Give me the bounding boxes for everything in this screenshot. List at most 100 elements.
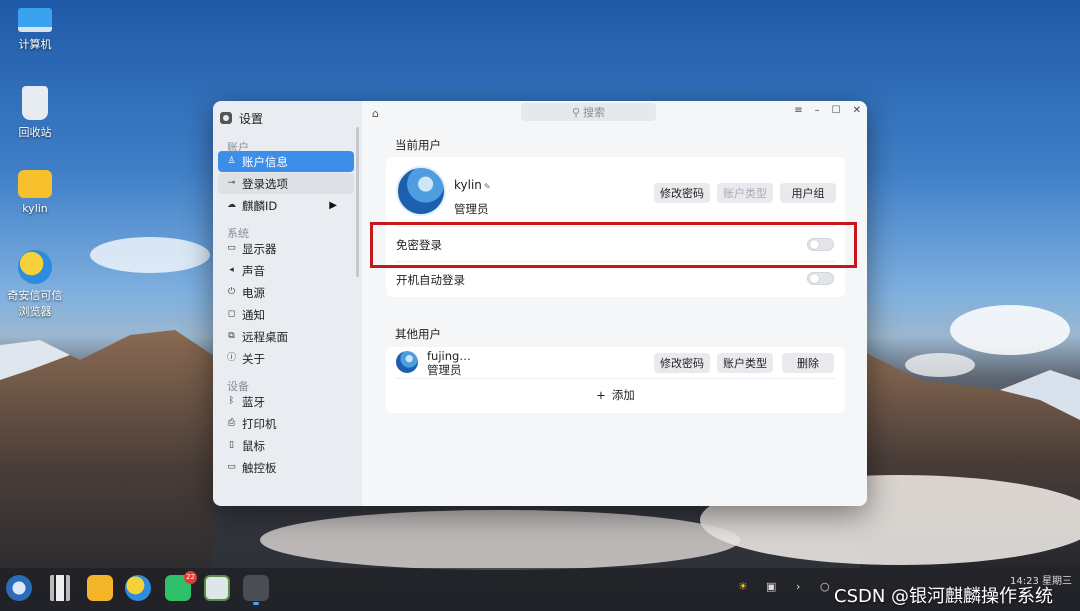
monitor-icon: ▭: [227, 243, 236, 253]
minimize-icon[interactable]: –: [815, 105, 820, 116]
sidebar-item-about[interactable]: ⓘ 关于: [218, 348, 354, 369]
sidebar-item-label: 鼠标: [242, 438, 265, 453]
sidebar-item-label: 蓝牙: [242, 394, 265, 409]
bell-icon: ◻: [227, 309, 236, 319]
annotation-highlight-box: [370, 222, 857, 268]
add-user-label: 添加: [611, 388, 635, 402]
sidebar-item-label: 电源: [242, 285, 265, 300]
sidebar-item-power[interactable]: ⏻ 电源: [218, 282, 354, 303]
sidebar-item-label: 远程桌面: [242, 329, 288, 344]
avatar[interactable]: [396, 351, 418, 373]
auto-login-label: 开机自动登录: [396, 273, 465, 287]
other-user-name: fujing…: [427, 349, 471, 363]
sidebar-item-label: 登录选项: [242, 176, 288, 191]
browser-icon[interactable]: [125, 575, 151, 601]
desktop-icon-label: 回收站: [18, 126, 52, 139]
screen-icon[interactable]: ▣: [766, 580, 776, 593]
edit-name-icon[interactable]: ✎: [484, 182, 491, 191]
desktop-icon-trash[interactable]: 回收站: [0, 86, 70, 140]
search-tray-icon[interactable]: ○: [820, 580, 830, 593]
change-password-button[interactable]: 修改密码: [654, 183, 710, 203]
chevron-right-icon[interactable]: ›: [796, 580, 800, 593]
sidebar-item-label: 显示器: [242, 241, 277, 256]
sidebar-item-sound[interactable]: ◂ 声音: [218, 260, 354, 281]
add-user-button[interactable]: + 添加: [386, 385, 845, 405]
window-title-label: 设置: [239, 111, 264, 126]
sidebar-item-notifications[interactable]: ◻ 通知: [218, 304, 354, 325]
brightness-icon[interactable]: ☀: [738, 580, 748, 593]
current-user-name: kylin ✎: [454, 178, 491, 192]
sidebar-group-devices: 设备: [227, 380, 249, 393]
close-icon[interactable]: ✕: [853, 105, 861, 116]
wechat-icon[interactable]: 22: [165, 571, 197, 601]
other-user-account-type-button[interactable]: 账户类型: [717, 353, 773, 373]
sidebar-item-label: 声音: [242, 263, 265, 278]
file-manager-icon[interactable]: [87, 575, 113, 601]
home-icon[interactable]: ⌂: [372, 107, 379, 120]
auto-login-toggle[interactable]: [807, 272, 834, 285]
bluetooth-icon: ᛒ: [228, 396, 235, 406]
desktop-icon-label: kylin: [22, 202, 48, 215]
plus-icon: +: [596, 388, 606, 402]
cloud-icon: ☁: [227, 200, 236, 210]
printer-icon: ⎙: [227, 418, 236, 428]
sidebar-group-system: 系统: [227, 227, 249, 240]
mouse-icon: ▯: [229, 440, 234, 450]
sidebar-scrollbar[interactable]: [356, 127, 359, 277]
multitask-view-icon[interactable]: [50, 575, 70, 601]
account-type-button: 账户类型: [717, 183, 773, 203]
touchpad-icon: ▭: [227, 462, 236, 472]
active-indicator: [253, 602, 259, 605]
maximize-icon[interactable]: ☐: [832, 105, 841, 116]
menu-icon[interactable]: ≡: [794, 105, 802, 116]
image-viewer-icon[interactable]: [204, 575, 230, 601]
computer-icon: [18, 8, 52, 32]
csdn-watermark: CSDN @银河麒麟操作系统: [834, 586, 1054, 607]
sidebar-item-printer[interactable]: ⎙ 打印机: [218, 413, 354, 434]
sidebar-item-mouse[interactable]: ▯ 鼠标: [218, 435, 354, 456]
search-icon: ⚲: [571, 105, 581, 119]
sidebar-item-display[interactable]: ▭ 显示器: [218, 238, 354, 259]
desktop-icon-label: 奇安信可信浏览器: [7, 289, 63, 318]
sidebar-item-remote-desktop[interactable]: ⧉ 远程桌面: [218, 326, 354, 347]
other-users-title: 其他用户: [395, 327, 441, 341]
delete-user-button[interactable]: 删除: [782, 353, 834, 373]
other-user-role: 管理员: [427, 363, 462, 377]
desktop-icon-computer[interactable]: 计算机: [0, 8, 70, 52]
browser-icon: [18, 250, 52, 284]
current-user-role: 管理员: [454, 202, 489, 216]
search-input[interactable]: ⚲ 搜索: [521, 103, 656, 121]
sidebar-item-login-options[interactable]: ⊸ 登录选项: [218, 173, 354, 194]
window-controls: ≡ – ☐ ✕: [794, 105, 861, 116]
window-title: 设置: [213, 105, 362, 131]
avatar[interactable]: [396, 166, 446, 216]
current-user-title: 当前用户: [395, 138, 441, 152]
user-group-button[interactable]: 用户组: [780, 183, 836, 203]
settings-icon[interactable]: [243, 575, 269, 605]
settings-sidebar: 设置 账户 ♙ 账户信息 ⊸ 登录选项 ☁ 麒麟ID ▶ 系统 ▭ 显示器 ◂ …: [213, 101, 362, 506]
sidebar-item-label: 通知: [242, 307, 265, 322]
desktop-icon-label: 计算机: [18, 38, 52, 51]
folder-icon: [18, 170, 52, 198]
sidebar-item-kylin-id[interactable]: ☁ 麒麟ID ▶: [218, 195, 354, 216]
start-menu-icon[interactable]: [6, 575, 32, 601]
sidebar-item-label: 触控板: [242, 460, 277, 475]
settings-main-pane: ⌂ ⚲ 搜索 ≡ – ☐ ✕ 当前用户 kylin ✎ 管理员 修改密码 账户类型…: [362, 101, 867, 506]
sidebar-item-bluetooth[interactable]: ᛒ 蓝牙: [218, 391, 354, 412]
user-icon: ♙: [227, 156, 236, 166]
power-icon: ⏻: [227, 287, 236, 297]
sidebar-group-account: 账户: [227, 141, 249, 154]
info-icon: ⓘ: [227, 353, 237, 363]
desktop-icon-kylin-folder[interactable]: kylin: [0, 170, 70, 215]
trash-icon: [22, 86, 48, 120]
desktop-icon-browser[interactable]: 奇安信可信浏览器: [0, 250, 70, 320]
sidebar-item-label: 关于: [242, 351, 265, 366]
other-user-change-password-button[interactable]: 修改密码: [654, 353, 710, 373]
speaker-icon: ◂: [229, 265, 234, 275]
sidebar-item-touchpad[interactable]: ▭ 触控板: [218, 457, 354, 478]
mouse-cursor: ▶: [329, 200, 337, 211]
search-placeholder: 搜索: [583, 106, 606, 119]
sidebar-item-label: 麒麟ID: [242, 198, 278, 213]
settings-window: 设置 账户 ♙ 账户信息 ⊸ 登录选项 ☁ 麒麟ID ▶ 系统 ▭ 显示器 ◂ …: [213, 101, 867, 506]
key-icon: ⊸: [227, 178, 236, 188]
